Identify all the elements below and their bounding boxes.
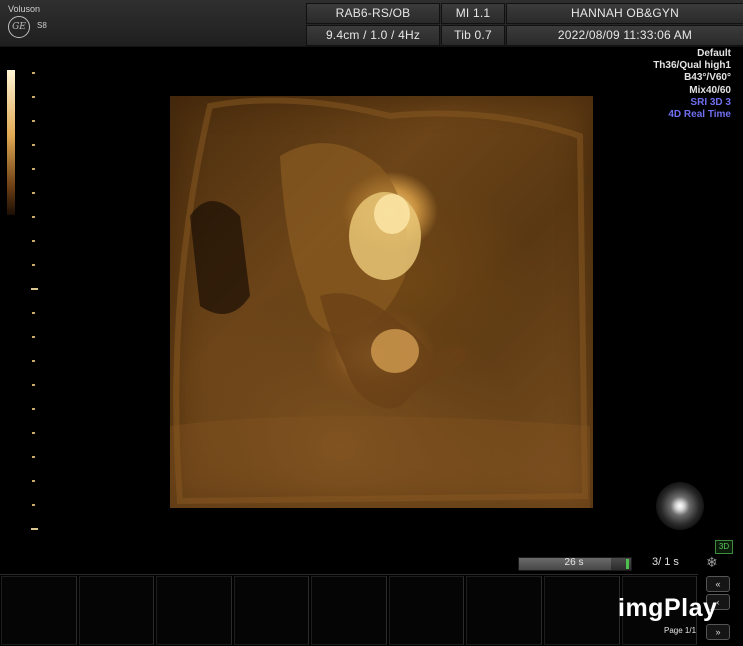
depth-tick — [32, 216, 35, 218]
softkey-4[interactable] — [233, 576, 310, 645]
probe-label: RAB6-RS/OB — [306, 3, 440, 24]
institution-name: HANNAH OB&GYN — [506, 3, 743, 24]
info-mix: Mix40/60 — [689, 84, 731, 96]
info-preset: Default — [697, 48, 731, 59]
mi-value: MI 1.1 — [441, 3, 505, 24]
tib-value: Tib 0.7 — [441, 25, 505, 46]
depth-tick — [32, 312, 35, 314]
imgplay-watermark: imgPlay — [618, 594, 718, 622]
grayscale-bar — [7, 70, 15, 215]
depth-tick — [32, 240, 35, 242]
frame-rate: 3/ 1 s — [652, 556, 679, 568]
depth-tick — [32, 192, 35, 194]
info-quality: Th36/Qual high1 — [653, 60, 731, 72]
depth-tick — [32, 168, 35, 170]
page-indicator: Page 1/1 — [664, 626, 697, 635]
softkey-8[interactable] — [543, 576, 620, 645]
header-bar: Voluson GE S8 RAB6-RS/OB MI 1.1 HANNAH O… — [0, 0, 743, 47]
depth-tick — [32, 456, 35, 458]
cine-time: 26 s — [564, 557, 584, 568]
depth-major-tick — [31, 528, 38, 530]
softkey-7[interactable] — [466, 576, 542, 645]
model-label: S8 — [37, 21, 47, 30]
info-sri: SRI 3D 3 — [690, 96, 731, 108]
depth-tick — [32, 384, 35, 386]
depth-tick — [32, 480, 35, 482]
depth-tick — [32, 432, 35, 434]
render-shapes — [170, 97, 590, 508]
3d-badge: 3D — [715, 540, 733, 554]
info-panel: Default Th36/Qual high1 B43°/V60° Mix40/… — [653, 48, 731, 121]
depth-tick — [32, 336, 35, 338]
orientation-sphere-icon — [656, 482, 704, 530]
forward-icon[interactable]: » — [706, 624, 730, 640]
softkey-bar — [0, 574, 698, 646]
info-angles: B43°/V60° — [684, 72, 731, 84]
depth-major-tick — [31, 288, 38, 290]
snowflake-icon[interactable]: ❄ — [706, 554, 718, 571]
depth-tick — [32, 504, 35, 506]
softkey-1[interactable] — [1, 576, 77, 645]
depth-frequency: 9.4cm / 1.0 / 4Hz — [306, 25, 440, 46]
softkey-3[interactable] — [156, 576, 232, 645]
softkey-5[interactable] — [311, 576, 387, 645]
info-mode: 4D Real Time — [668, 109, 731, 121]
depth-tick — [32, 360, 35, 362]
softkey-6[interactable] — [388, 576, 465, 645]
ge-logo-icon: GE — [8, 16, 30, 38]
depth-tick — [32, 264, 35, 266]
brand-name: Voluson — [8, 4, 41, 14]
depth-tick — [32, 408, 35, 410]
softkey-2[interactable] — [78, 576, 155, 645]
ultrasound-3d-render — [170, 96, 593, 508]
rewind-icon[interactable]: « — [706, 576, 730, 592]
depth-tick — [32, 120, 35, 122]
brand-area: Voluson GE S8 — [0, 0, 62, 46]
date-time: 2022/08/09 11:33:06 AM — [506, 25, 743, 46]
depth-tick — [32, 72, 35, 74]
depth-tick — [32, 144, 35, 146]
depth-tick — [32, 96, 35, 98]
